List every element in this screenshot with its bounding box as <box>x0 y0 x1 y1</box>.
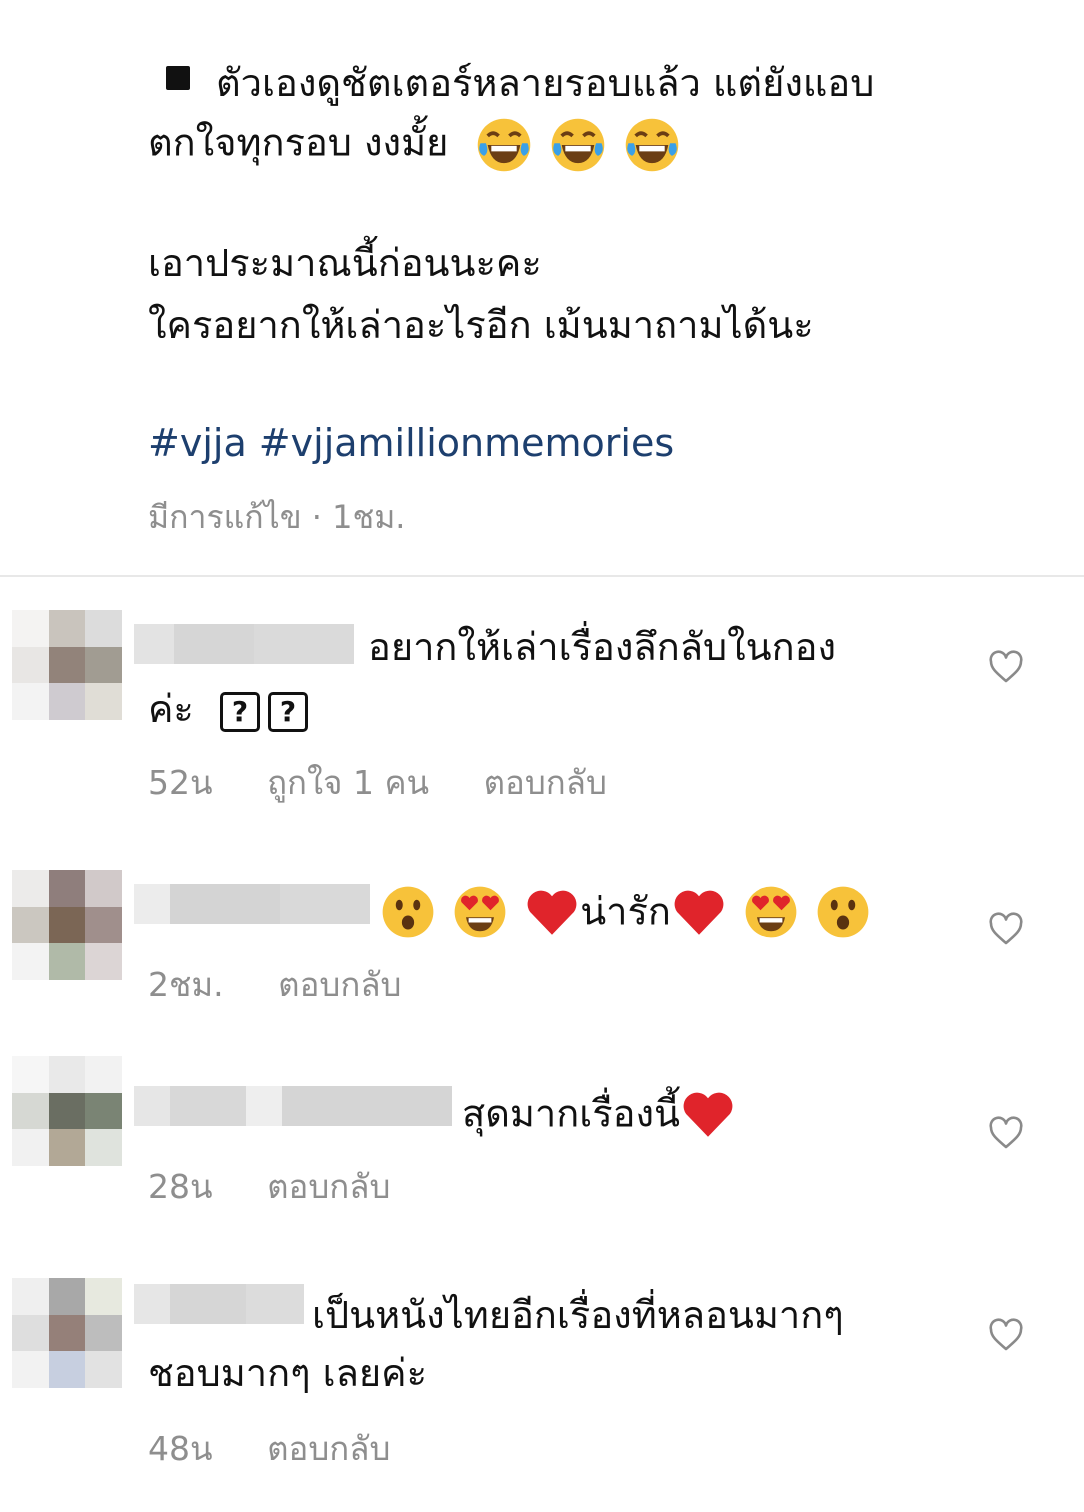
laughing-tears-emoji-icon <box>475 116 533 174</box>
comment-text-row: สุดมากเรื่องนี้ <box>462 1080 736 1145</box>
surprised-emoji-icon <box>815 884 871 940</box>
like-heart-icon[interactable] <box>988 1116 1024 1150</box>
username-blurred[interactable] <box>134 884 370 924</box>
question-box-icon: ? <box>219 691 260 732</box>
comment-text-2: ค่ะ <box>148 687 194 731</box>
reply-button[interactable]: ตอบกลับ <box>267 1167 390 1206</box>
caption-meta: มีการแก้ไข · 1ชม. <box>148 498 406 536</box>
reply-button[interactable]: ตอบกลับ <box>267 1429 390 1468</box>
comment-text: อยากให้เล่าเรื่องลึกลับในกอง <box>368 625 837 669</box>
question-box-icon: ? <box>267 691 308 732</box>
like-heart-icon[interactable] <box>988 1318 1024 1352</box>
comment-time: 52น <box>148 763 213 802</box>
red-heart-emoji-icon <box>524 884 580 940</box>
heart-eyes-emoji-icon <box>452 884 508 940</box>
comment-time: 48น <box>148 1429 213 1468</box>
caption-line-2: ตกใจทุกรอบ งงมั้ย <box>148 116 681 174</box>
comment-meta: 2ชม. ตอบกลับ <box>148 958 446 1011</box>
divider <box>0 575 1084 577</box>
avatar[interactable] <box>12 870 122 980</box>
comment-text-line-2: ค่ะ ?? <box>148 678 316 740</box>
reply-button[interactable]: ตอบกลับ <box>278 965 401 1004</box>
comment-text: สุดมากเรื่องนี้ <box>462 1091 681 1136</box>
comment-time: 28น <box>148 1167 213 1206</box>
username-blurred[interactable] <box>134 624 354 664</box>
comment-text: น่ารัก <box>580 889 671 934</box>
like-heart-icon[interactable] <box>988 650 1024 684</box>
avatar[interactable] <box>12 1278 122 1388</box>
laughing-tears-emoji-icon <box>549 116 607 174</box>
reply-button[interactable]: ตอบกลับ <box>484 763 607 802</box>
caption-line-4: ใครอยากให้เล่าอะไรอีก เม้นมาถามได้นะ <box>148 303 814 347</box>
black-square-icon <box>166 66 190 90</box>
comment-likes[interactable]: ถูกใจ 1 คน <box>267 763 429 802</box>
caption-text-1: ตัวเองดูชัตเตอร์หลายรอบแล้ว แต่ยังแอบ <box>216 61 875 105</box>
username-blurred[interactable] <box>134 1086 452 1126</box>
caption-line-3: เอาประมาณนี้ก่อนนะคะ <box>148 241 542 285</box>
red-heart-emoji-icon <box>680 1086 736 1142</box>
comment-text-line-2: ชอบมากๆ เลยค่ะ <box>148 1351 427 1395</box>
comment-text: เป็นหนังไทยอีกเรื่องที่หลอนมากๆ <box>312 1293 844 1337</box>
comment-text-row: น่ารัก <box>380 878 871 943</box>
avatar[interactable] <box>12 610 122 720</box>
red-heart-emoji-icon <box>671 884 727 940</box>
caption-line-1: ตัวเองดูชัตเตอร์หลายรอบแล้ว แต่ยังแอบ <box>148 58 874 108</box>
comment-time: 2ชม. <box>148 965 224 1004</box>
surprised-emoji-icon <box>380 884 436 940</box>
laughing-tears-emoji-icon <box>623 116 681 174</box>
username-blurred[interactable] <box>134 1284 304 1324</box>
like-heart-icon[interactable] <box>988 912 1024 946</box>
hashtags-link[interactable]: #vjja #vjjamillionmemories <box>148 418 674 468</box>
comment-meta: 28น ตอบกลับ <box>148 1160 434 1213</box>
avatar[interactable] <box>12 1056 122 1166</box>
comment-meta: 48น ตอบกลับ <box>148 1422 434 1475</box>
comment-meta: 52น ถูกใจ 1 คน ตอบกลับ <box>148 756 651 809</box>
heart-eyes-emoji-icon <box>743 884 799 940</box>
caption-text-2: ตกใจทุกรอบ งงมั้ย <box>148 120 449 165</box>
